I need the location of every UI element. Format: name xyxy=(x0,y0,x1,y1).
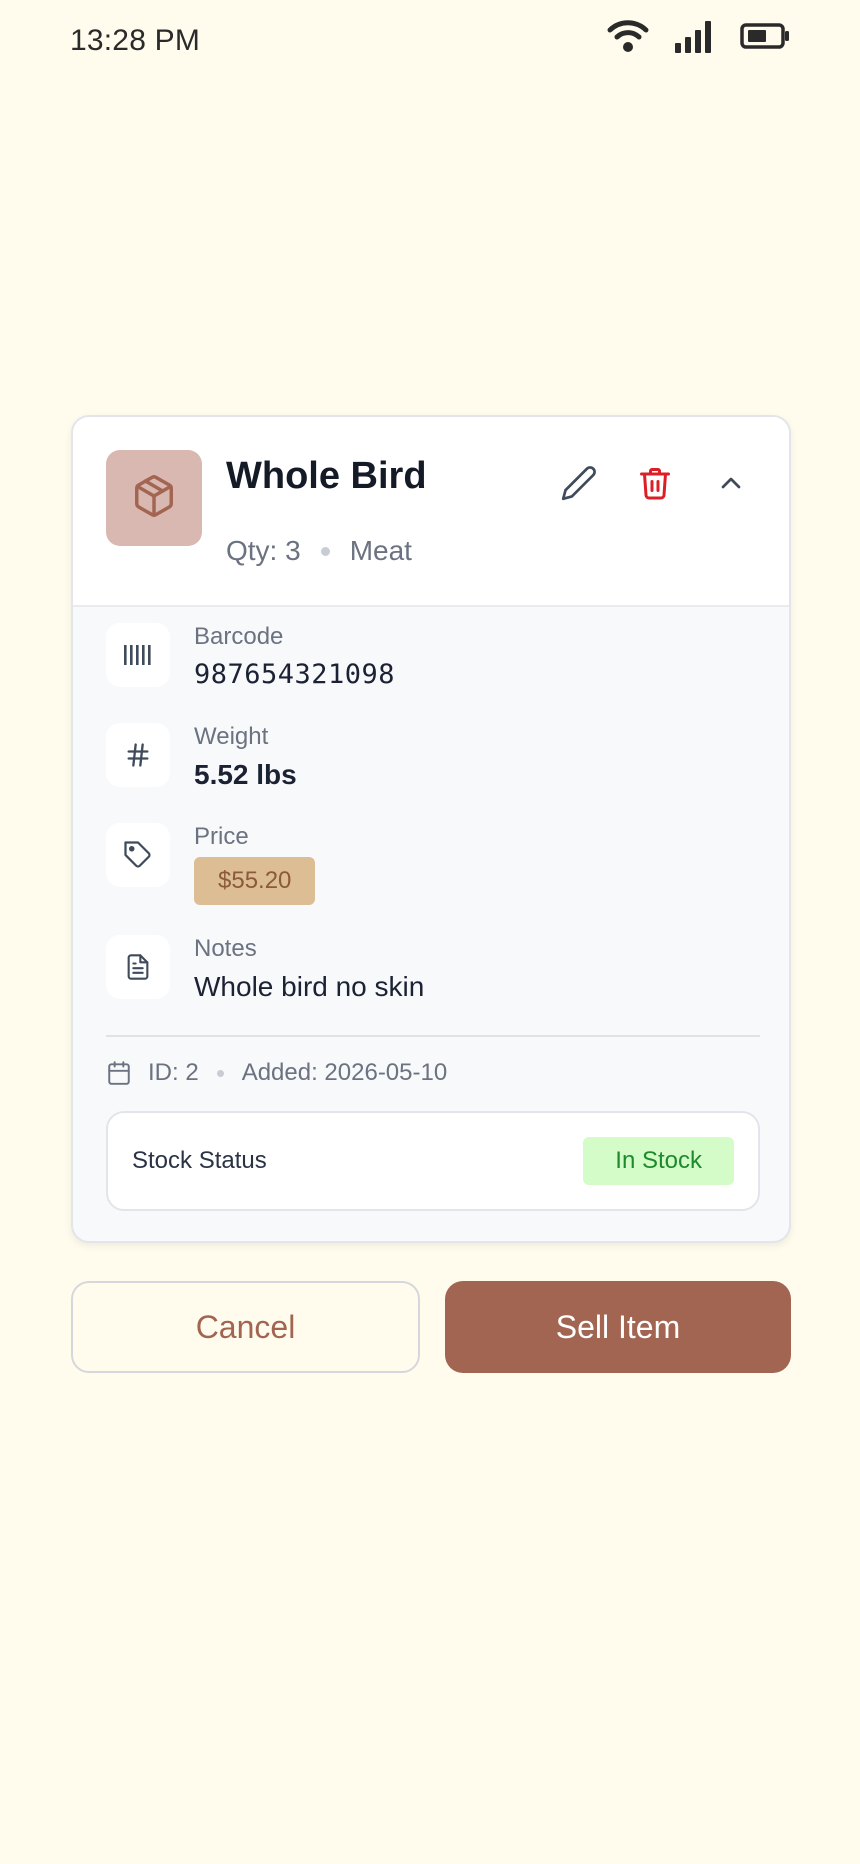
barcode-value: 987654321098 xyxy=(194,659,396,690)
cancel-button[interactable]: Cancel xyxy=(71,1281,420,1373)
status-time: 13:28 PM xyxy=(70,24,201,57)
price-pill: $55.20 xyxy=(194,857,316,905)
stock-status-label: Stock Status xyxy=(132,1147,267,1174)
item-qty: Qty: 3 xyxy=(226,535,301,566)
status-bar: 13:28 PM xyxy=(0,0,860,90)
weight-label: Weight xyxy=(194,723,269,750)
notes-value: Whole bird no skin xyxy=(194,971,425,1002)
stock-status-badge: In Stock xyxy=(583,1137,734,1185)
sell-item-button[interactable]: Sell Item xyxy=(445,1281,791,1373)
battery-icon xyxy=(740,22,790,50)
pencil-icon xyxy=(560,464,598,507)
signal-icon xyxy=(674,19,716,53)
record-id: ID: 2 xyxy=(148,1059,199,1086)
collapse-button[interactable] xyxy=(703,457,759,513)
detail-row-barcode: Barcode 987654321098 xyxy=(106,623,746,703)
barcode-label: Barcode xyxy=(194,623,284,650)
calendar-icon xyxy=(106,1059,132,1087)
barcode-icon xyxy=(106,623,170,687)
delete-button[interactable] xyxy=(627,457,683,513)
notes-label: Notes xyxy=(194,935,257,962)
item-meta: Qty: 3 Meat xyxy=(226,535,412,567)
screen: 13:28 PM Whole Bird Qty: 3 Meat Barcode … xyxy=(0,0,860,1864)
detail-row-weight: Weight 5.52 lbs xyxy=(106,723,746,803)
separator-dot xyxy=(320,546,330,556)
item-title: Whole Bird xyxy=(226,455,427,497)
record-added-date: Added: 2026-05-10 xyxy=(241,1059,448,1086)
detail-row-notes: Notes Whole bird no skin xyxy=(106,935,746,1015)
price-label: Price xyxy=(194,823,249,850)
weight-value: 5.52 lbs xyxy=(194,759,297,790)
edit-button[interactable] xyxy=(551,457,607,513)
record-meta: ID: 2 Added: 2026-05-10 xyxy=(106,1053,447,1093)
item-category: Meat xyxy=(349,535,412,566)
document-icon xyxy=(106,935,170,999)
divider xyxy=(106,1035,760,1037)
item-thumbnail xyxy=(106,450,202,546)
status-icons xyxy=(606,18,790,54)
item-card: Whole Bird Qty: 3 Meat Barcode 987654321… xyxy=(71,415,791,1243)
tag-icon xyxy=(106,823,170,887)
trash-icon xyxy=(637,464,673,507)
stock-status-box: Stock Status In Stock xyxy=(106,1111,760,1211)
hash-icon xyxy=(106,723,170,787)
detail-row-price: Price $55.20 xyxy=(106,823,746,905)
separator-dot xyxy=(216,1069,224,1077)
package-icon xyxy=(131,473,177,524)
chevron-up-icon xyxy=(715,467,747,504)
card-header: Whole Bird Qty: 3 Meat xyxy=(73,417,789,607)
wifi-icon xyxy=(606,18,650,54)
